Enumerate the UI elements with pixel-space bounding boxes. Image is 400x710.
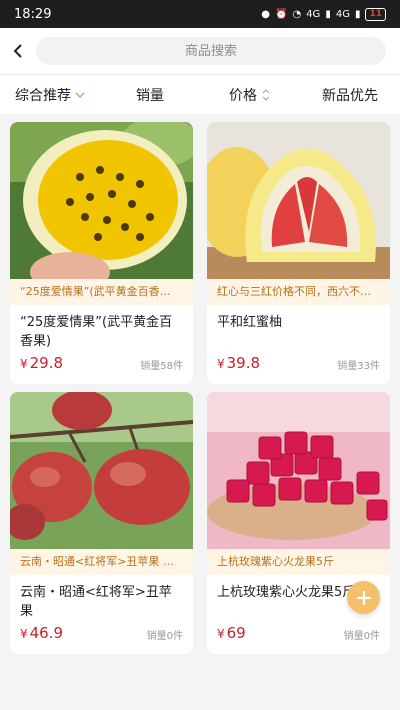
product-price: ¥69 (217, 624, 246, 642)
product-card[interactable]: 红心与三红价格不同，西六不… 平和红蜜柚 ¥39.8 销量33件 (207, 122, 390, 384)
sort-bar: 综合推荐 销量 价格 新品优先 (0, 74, 400, 114)
product-card[interactable]: 云南・昭通<红将军>丑苹果 西… 云南・昭通<红将军>丑苹果 ¥46.9 销量0… (10, 392, 193, 654)
price-value: 29.8 (29, 354, 64, 372)
currency-symbol: ¥ (217, 357, 225, 371)
product-name: 平和红蜜柚 (217, 315, 283, 330)
status-time: 18:29 (14, 6, 52, 22)
product-image-dragon-fruit[interactable] (207, 392, 390, 549)
product-sold-count: 销量0件 (343, 631, 380, 642)
product-grid: “25度爱情果”(武平黄金百香… “25度爱情果”(武平黄金百香果) ¥29.8… (10, 122, 390, 654)
status-icons: ● ⏰ ◔ 4G ▮ 4G ▮ 11 (261, 7, 386, 21)
tab-sales[interactable]: 销量 (100, 85, 200, 105)
signal-bars-icon: ▮ (325, 8, 331, 20)
battery-icon: 11 (365, 7, 386, 21)
product-card[interactable]: “25度爱情果”(武平黄金百香… “25度爱情果”(武平黄金百香果) ¥29.8… (10, 122, 193, 384)
currency-symbol: ¥ (20, 357, 28, 371)
dot-icon: ● (261, 8, 270, 20)
product-price: ¥29.8 (20, 354, 63, 372)
tab-price[interactable]: 价格 (200, 85, 300, 105)
product-image-pomelo[interactable] (207, 122, 390, 279)
add-button[interactable] (347, 581, 380, 614)
back-arrow-icon (13, 44, 22, 58)
price-value: 46.9 (29, 624, 64, 642)
tab-label: 新品优先 (322, 87, 378, 104)
chevron-down-icon (75, 92, 85, 98)
product-image-passion-fruit[interactable] (10, 122, 193, 279)
product-price: ¥46.9 (20, 624, 63, 642)
signal-2-label: 4G (335, 8, 350, 20)
currency-symbol: ¥ (217, 627, 225, 641)
signal-1-label: 4G (306, 8, 321, 20)
sort-updown-icon (262, 88, 270, 101)
alarm-icon: ⏰ (275, 8, 288, 20)
product-tag: 红心与三红价格不同，西六不… (207, 279, 390, 305)
product-tag: 上杭玫瑰紫心火龙果5斤 (207, 549, 390, 575)
price-value: 69 (226, 624, 246, 642)
back-button[interactable] (0, 28, 36, 74)
tab-label: 销量 (136, 87, 164, 104)
product-name: “25度爱情果”(武平黄金百香果) (20, 315, 173, 349)
wifi-icon: ◔ (292, 8, 302, 20)
product-name: 云南・昭通<红将军>丑苹果 (20, 585, 172, 619)
product-tag: 云南・昭通<红将军>丑苹果 西… (10, 549, 193, 575)
status-bar: 18:29 ● ⏰ ◔ 4G ▮ 4G ▮ 11 (0, 0, 400, 28)
tab-recommended[interactable]: 综合推荐 (0, 85, 100, 105)
search-input[interactable] (36, 37, 386, 65)
tab-label: 价格 (229, 87, 257, 104)
product-sold-count: 销量58件 (140, 361, 183, 372)
search-header (0, 28, 400, 74)
product-tag: “25度爱情果”(武平黄金百香… (10, 279, 193, 305)
plus-icon (356, 590, 371, 605)
product-image-apple[interactable] (10, 392, 193, 549)
product-price: ¥39.8 (217, 354, 260, 372)
currency-symbol: ¥ (20, 627, 28, 641)
signal-bars-icon: ▮ (354, 8, 361, 20)
tab-newest[interactable]: 新品优先 (300, 85, 400, 105)
price-value: 39.8 (226, 354, 261, 372)
product-sold-count: 销量33件 (337, 361, 380, 372)
product-sold-count: 销量0件 (146, 631, 183, 642)
battery-level: 11 (369, 8, 382, 19)
product-card[interactable]: 上杭玫瑰紫心火龙果5斤 上杭玫瑰紫心火龙果5斤 ¥69 销量0件 (207, 392, 390, 654)
tab-label: 综合推荐 (15, 87, 71, 104)
